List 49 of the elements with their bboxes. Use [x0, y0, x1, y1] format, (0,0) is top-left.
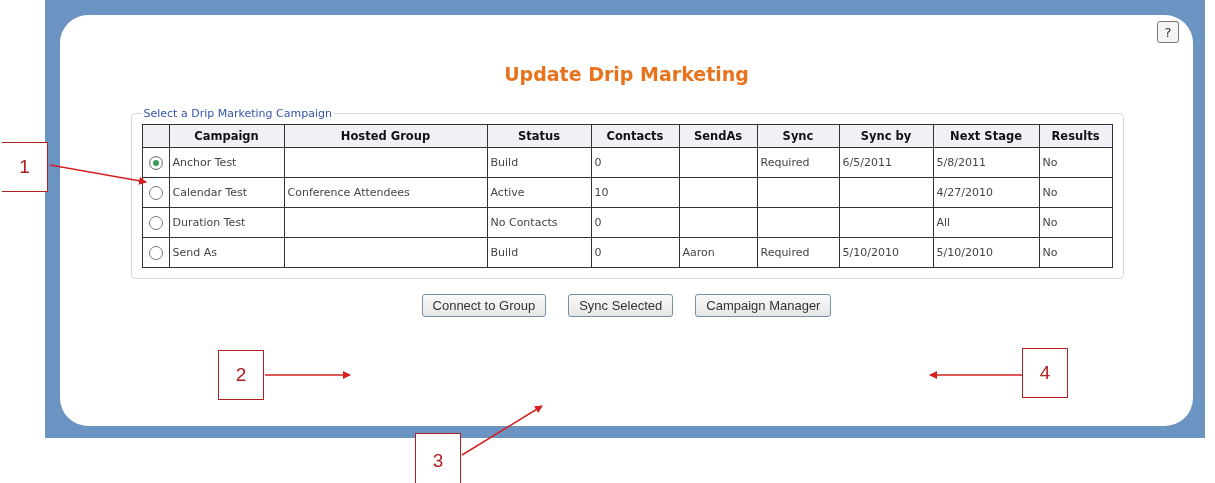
table-cell: Conference Attendees: [284, 177, 487, 208]
table-cell: Build: [487, 147, 591, 178]
table-cell: Active: [487, 177, 591, 208]
table-cell: Send As: [169, 237, 284, 268]
table-cell: Aaron: [679, 237, 757, 268]
radio-button[interactable]: [148, 185, 163, 200]
table-cell: All: [933, 207, 1039, 238]
column-header: Sync by: [839, 124, 933, 148]
action-button[interactable]: Campaign Manager: [695, 294, 832, 317]
radio-button[interactable]: [148, 245, 163, 260]
table-cell: 5/10/2010: [839, 237, 933, 268]
table-cell: 0: [591, 147, 679, 178]
column-header: Hosted Group: [284, 124, 487, 148]
column-header: SendAs: [679, 124, 757, 148]
column-header: Next Stage: [933, 124, 1039, 148]
table-cell: No: [1039, 207, 1112, 238]
callout-box: 2: [218, 350, 264, 400]
action-button[interactable]: Sync Selected: [568, 294, 674, 317]
page-title: Update Drip Marketing: [504, 63, 749, 85]
table-cell: Anchor Test: [169, 147, 284, 178]
radio-button[interactable]: [148, 155, 163, 170]
group-legend: Select a Drip Marketing Campaign: [141, 107, 334, 120]
column-header: Campaign: [169, 124, 284, 148]
callout-box: 1: [2, 142, 48, 192]
table-cell: Build: [487, 237, 591, 268]
table-cell: 10: [591, 177, 679, 208]
table-cell: No: [1039, 237, 1112, 268]
table-cell: 5/10/2010: [933, 237, 1039, 268]
column-header: Status: [487, 124, 591, 148]
table-cell: 5/8/2011: [933, 147, 1039, 178]
table-cell: 4/27/2010: [933, 177, 1039, 208]
help-button[interactable]: ?: [1157, 21, 1179, 43]
radio-button[interactable]: [148, 215, 163, 230]
table-cell: Calendar Test: [169, 177, 284, 208]
table-cell: Required: [757, 237, 839, 268]
table-cell: Required: [757, 147, 839, 178]
table-cell: 6/5/2011: [839, 147, 933, 178]
table-cell: No: [1039, 177, 1112, 208]
table-cell: 0: [591, 237, 679, 268]
column-header: Results: [1039, 124, 1112, 148]
column-header: Contacts: [591, 124, 679, 148]
table-cell: Duration Test: [169, 207, 284, 238]
table-cell: No: [1039, 147, 1112, 178]
action-button[interactable]: Connect to Group: [421, 294, 547, 317]
column-header: Sync: [757, 124, 839, 148]
callout-box: 4: [1022, 348, 1068, 398]
table-cell: 0: [591, 207, 679, 238]
callout-box: 3: [415, 433, 461, 483]
table-cell: No Contacts: [487, 207, 591, 238]
